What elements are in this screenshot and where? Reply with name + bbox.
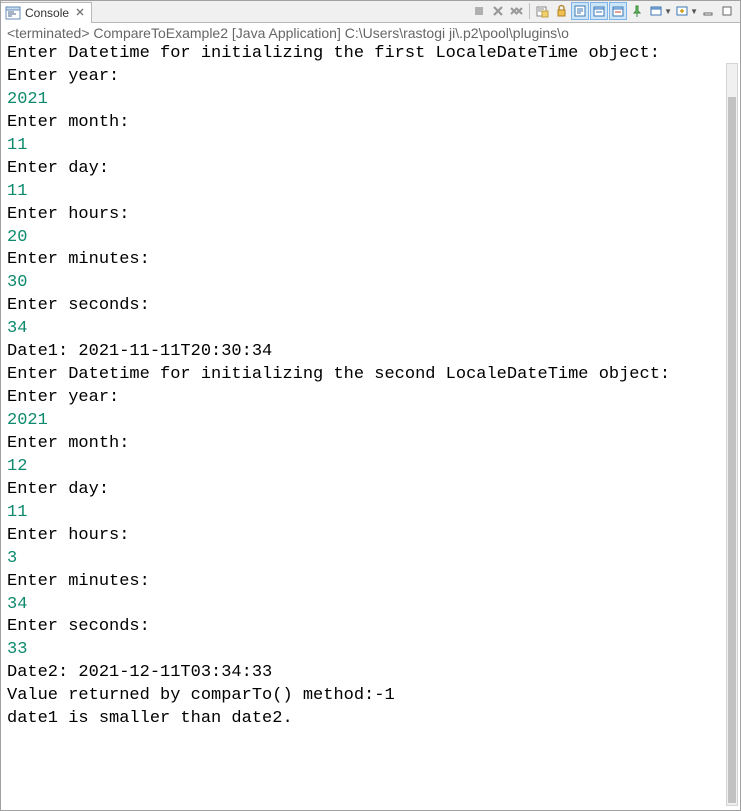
word-wrap-button[interactable] (571, 2, 589, 20)
tab-bar: Console (1, 1, 740, 23)
maximize-view-button[interactable] (718, 2, 736, 20)
console-output-area: Enter Datetime for initializing the firs… (1, 43, 740, 810)
scrollbar-thumb[interactable] (728, 97, 736, 803)
console-output-line: Date1: 2021-11-11T20:30:34 (7, 341, 718, 364)
console-output-line: Enter hours: (7, 204, 718, 227)
display-selected-console-button[interactable] (647, 2, 665, 20)
console-output-line: Enter seconds: (7, 616, 718, 639)
dropdown-icon[interactable]: ▼ (664, 7, 672, 16)
console-input-line: 34 (7, 594, 718, 617)
console-output-line: Enter year: (7, 66, 718, 89)
console-input-line: 11 (7, 135, 718, 158)
console-input-line: 12 (7, 456, 718, 479)
dropdown-icon[interactable]: ▼ (690, 7, 698, 16)
terminate-button[interactable] (470, 2, 488, 20)
scroll-lock-button[interactable] (552, 2, 570, 20)
console-toolbar: ▼ ▼ (470, 2, 736, 20)
console-output-line: Enter hours: (7, 525, 718, 548)
console-output-line: date1 is smaller than date2. (7, 708, 718, 731)
console-input-line: 33 (7, 639, 718, 662)
console-output-line: Enter minutes: (7, 571, 718, 594)
console-input-line: 2021 (7, 89, 718, 112)
console-output-line: Enter month: (7, 112, 718, 135)
tab-console[interactable]: Console (1, 2, 92, 23)
console-input-line: 11 (7, 181, 718, 204)
minimize-view-button[interactable] (699, 2, 717, 20)
clear-console-button[interactable] (533, 2, 551, 20)
show-on-stderr-button[interactable] (609, 2, 627, 20)
console-icon (5, 6, 21, 20)
remove-all-button[interactable] (508, 2, 526, 20)
show-on-stdout-button[interactable] (590, 2, 608, 20)
console-output-line: Enter year: (7, 387, 718, 410)
pin-console-button[interactable] (628, 2, 646, 20)
console-input-line: 3 (7, 548, 718, 571)
console-input-line: 34 (7, 318, 718, 341)
open-console-button[interactable] (673, 2, 691, 20)
tab-label: Console (25, 6, 69, 20)
console-input-line: 20 (7, 227, 718, 250)
console-input-line: 11 (7, 502, 718, 525)
console-output-line: Enter day: (7, 479, 718, 502)
terminated-info-line: <terminated> CompareToExample2 [Java App… (1, 23, 740, 43)
console-output-line: Enter seconds: (7, 295, 718, 318)
console-output-line: Date2: 2021-12-11T03:34:33 (7, 662, 718, 685)
console-output-line: Enter Datetime for initializing the firs… (7, 43, 718, 66)
console-output-line: Enter minutes: (7, 249, 718, 272)
toolbar-separator (529, 3, 530, 19)
console-input-line: 2021 (7, 410, 718, 433)
console-text[interactable]: Enter Datetime for initializing the firs… (1, 43, 724, 731)
console-output-line: Enter month: (7, 433, 718, 456)
vertical-scrollbar[interactable] (726, 63, 738, 806)
console-input-line: 30 (7, 272, 718, 295)
remove-launch-button[interactable] (489, 2, 507, 20)
console-output-line: Enter Datetime for initializing the seco… (7, 364, 718, 387)
console-output-line: Enter day: (7, 158, 718, 181)
close-tab-icon[interactable] (73, 6, 87, 20)
console-output-line: Value returned by comparTo() method:-1 (7, 685, 718, 708)
